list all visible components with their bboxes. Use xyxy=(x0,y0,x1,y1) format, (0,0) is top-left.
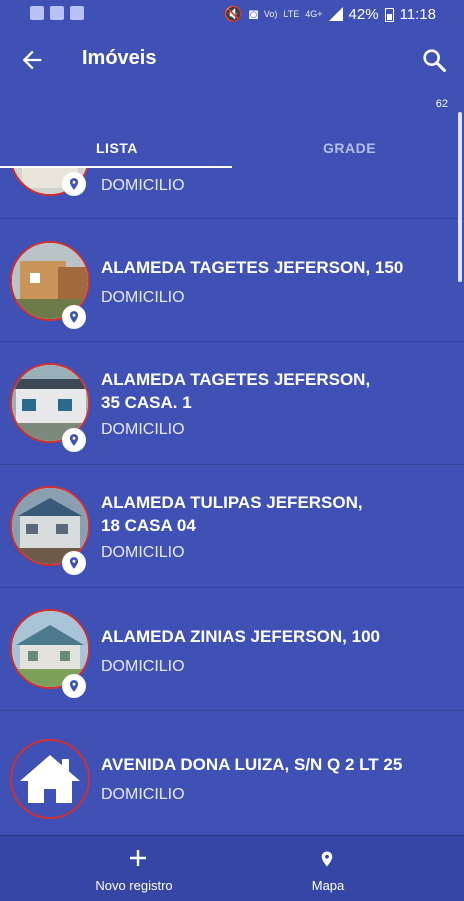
tab-bar: LISTA GRADE xyxy=(0,128,464,168)
location-pin-icon[interactable] xyxy=(62,551,86,575)
map-label: Mapa xyxy=(311,878,345,893)
status-bar: 🔇 ◙ Vo) LTE 4G+ 42% 11:18 xyxy=(0,0,464,30)
bottom-nav: Novo registro Mapa xyxy=(0,835,464,901)
signal-icon xyxy=(328,7,343,21)
file-notification-icon xyxy=(50,6,64,20)
list-item[interactable]: ALAMEDA TAGETES JEFERSON, 35 CASA. 1 DOM… xyxy=(0,341,464,465)
property-address: ALAMEDA TAGETES JEFERSON, 150 xyxy=(101,258,404,277)
list-item[interactable]: ALAMEDA TULIPAS JEFERSON, 18 CASA 04 DOM… xyxy=(0,464,464,588)
clock: 11:18 xyxy=(399,5,436,23)
property-address: ALAMEDA TAGETES JEFERSON, 35 CASA. 1 xyxy=(101,370,371,412)
property-address: ALAMEDA TULIPAS JEFERSON, 18 CASA 04 xyxy=(101,493,363,535)
plus-icon xyxy=(130,850,146,866)
tab-lista[interactable]: LISTA xyxy=(96,140,138,156)
battery-icon xyxy=(384,7,394,22)
location-pin-icon[interactable] xyxy=(62,428,86,452)
property-type: DOMICILIO xyxy=(101,786,185,803)
property-type: DOMICILIO xyxy=(101,544,185,561)
tab-grade[interactable]: GRADE xyxy=(323,140,376,156)
record-count: 62 xyxy=(435,98,448,110)
data-saver-icon: ◙ xyxy=(248,5,258,23)
map-button[interactable]: Mapa xyxy=(212,836,444,901)
location-pin-icon[interactable] xyxy=(62,674,86,698)
property-address: AVENIDA DONA LUIZA, S/N Q 2 LT 25 xyxy=(101,755,403,774)
property-list[interactable]: DOMICILIO ALAMEDA TAGETES JEFERSON, 150 … xyxy=(0,168,464,835)
app-notification-icon xyxy=(70,6,84,20)
status-indicators: 🔇 ◙ Vo) LTE 4G+ 42% 11:18 xyxy=(224,5,436,24)
property-type: DOMICILIO xyxy=(101,177,185,194)
home-icon xyxy=(10,739,90,819)
back-arrow-icon[interactable] xyxy=(18,46,46,74)
location-pin-icon[interactable] xyxy=(62,172,86,196)
list-item[interactable]: ALAMEDA ZINIAS JEFERSON, 100 DOMICILIO xyxy=(0,587,464,711)
list-item[interactable]: DOMICILIO xyxy=(0,168,464,218)
search-icon[interactable] xyxy=(420,46,448,74)
map-pin-icon xyxy=(321,851,333,867)
volte-indicator: Vo) xyxy=(263,8,278,19)
app-bar: Imóveis xyxy=(0,30,464,90)
list-item[interactable]: AVENIDA DONA LUIZA, S/N Q 2 LT 25 DOMICI… xyxy=(0,710,464,835)
scrollbar[interactable] xyxy=(458,112,462,282)
4g-indicator: 4G+ xyxy=(305,8,323,19)
lte-indicator: LTE xyxy=(283,8,300,19)
gallery-notification-icon xyxy=(30,6,44,20)
list-item[interactable]: ALAMEDA TAGETES JEFERSON, 150 DOMICILIO xyxy=(0,218,464,342)
property-type: DOMICILIO xyxy=(101,421,185,438)
mute-icon: 🔇 xyxy=(224,6,243,23)
location-pin-icon[interactable] xyxy=(62,305,86,329)
property-address: ALAMEDA ZINIAS JEFERSON, 100 xyxy=(101,627,380,646)
property-type: DOMICILIO xyxy=(101,289,185,306)
page-title: Imóveis xyxy=(82,47,157,69)
battery-percent: 42% xyxy=(348,5,379,23)
property-type: DOMICILIO xyxy=(101,658,185,675)
notification-icons xyxy=(30,6,84,20)
